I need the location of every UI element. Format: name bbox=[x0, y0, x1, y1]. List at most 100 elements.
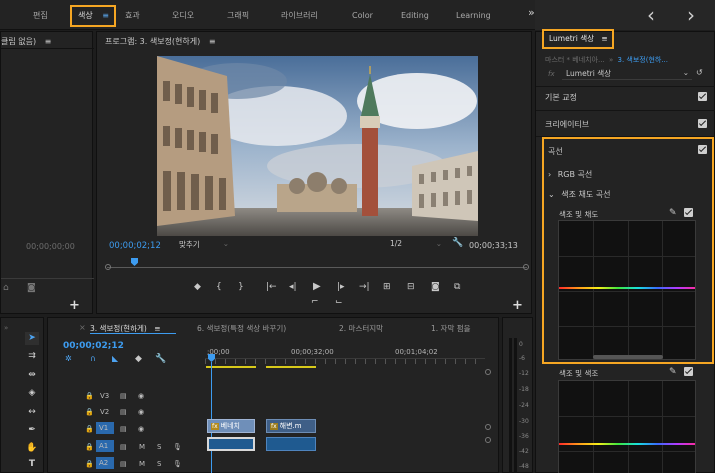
hue-vs-sat-curve-graph[interactable] bbox=[558, 220, 696, 360]
wrench-icon[interactable]: 🔧 bbox=[452, 238, 463, 248]
section-creative[interactable]: 크리에이티브 bbox=[545, 119, 589, 130]
lumetri-master-source[interactable]: 마스터 * 베네치아... bbox=[545, 56, 605, 64]
video-clip[interactable]: fx 베네치 bbox=[207, 419, 255, 433]
close-tab-icon[interactable]: × bbox=[79, 323, 86, 332]
section-basic-correction[interactable]: 기본 교정 bbox=[545, 92, 577, 103]
selection-tool-icon[interactable]: ➤ bbox=[25, 332, 39, 345]
camera-icon[interactable]: ◙ bbox=[27, 283, 36, 293]
eyedropper-icon[interactable]: ✎ bbox=[669, 208, 677, 218]
solo-button[interactable]: S bbox=[157, 460, 161, 468]
lift-icon[interactable]: ⌐ bbox=[311, 297, 319, 307]
program-menu-icon[interactable]: ≡ bbox=[209, 37, 216, 46]
quality-dropdown[interactable]: 1/2 ⌄ bbox=[390, 239, 444, 251]
marker-icon[interactable]: ◆ bbox=[135, 354, 142, 364]
pen-tool-icon[interactable]: ✒ bbox=[25, 424, 39, 437]
lumetri-tab[interactable]: Lumetri 색상 ≡ bbox=[542, 29, 614, 49]
track-name-a1[interactable]: A1 bbox=[96, 440, 114, 452]
mute-button[interactable]: M bbox=[139, 443, 145, 451]
tab-learning[interactable]: Learning bbox=[456, 8, 491, 24]
nav-forward-icon[interactable]: › bbox=[687, 3, 695, 27]
audio-clip[interactable] bbox=[207, 437, 255, 451]
razor-tool-icon[interactable]: ◈ bbox=[25, 387, 39, 400]
export-frame-icon[interactable]: ⌂ bbox=[3, 283, 9, 293]
hue-curve-line[interactable] bbox=[559, 287, 695, 289]
tab-effects[interactable]: 효과 bbox=[125, 8, 140, 24]
sync-lock-icon[interactable]: ▤ bbox=[120, 392, 127, 400]
hue-vs-hue-checkbox[interactable] bbox=[684, 367, 693, 376]
timeline-tab-2[interactable]: 6. 색보정(특정 색상 바꾸기) bbox=[197, 323, 286, 334]
step-forward-icon[interactable]: |▸ bbox=[337, 282, 345, 292]
hand-tool-icon[interactable]: ✋ bbox=[25, 442, 39, 455]
eyedropper-icon[interactable]: ✎ bbox=[669, 367, 677, 377]
hue-curve-line[interactable] bbox=[559, 443, 695, 445]
sync-lock-icon[interactable]: ▤ bbox=[120, 425, 127, 433]
lock-icon[interactable]: 🔒 bbox=[85, 425, 94, 433]
ripple-edit-tool-icon[interactable]: ⇹ bbox=[25, 369, 39, 382]
sync-lock-icon[interactable]: ▤ bbox=[120, 443, 127, 451]
lock-icon[interactable]: 🔒 bbox=[85, 408, 94, 416]
eye-icon[interactable]: ◉ bbox=[138, 425, 144, 433]
audio-clip[interactable] bbox=[266, 437, 316, 451]
comparison-icon[interactable]: ⧉ bbox=[454, 282, 460, 292]
lock-icon[interactable]: 🔒 bbox=[85, 392, 94, 400]
time-ruler[interactable] bbox=[205, 358, 485, 364]
fit-dropdown[interactable]: 맞추기 ⌄ bbox=[179, 239, 231, 251]
playhead-marker[interactable] bbox=[131, 258, 138, 266]
scrub-bar[interactable] bbox=[107, 267, 527, 268]
tab-editing-ko[interactable]: 편집 bbox=[33, 8, 48, 24]
wrench-icon[interactable]: 🔧 bbox=[155, 354, 166, 364]
microphone-icon[interactable]: 🎙 bbox=[173, 460, 182, 468]
effect-dropdown[interactable]: Lumetri 색상 ⌄ bbox=[562, 68, 692, 80]
playhead-line[interactable] bbox=[211, 362, 212, 473]
add-button[interactable]: + bbox=[512, 298, 523, 313]
collapse-icon[interactable]: » bbox=[4, 324, 8, 332]
tab-color-en[interactable]: Color bbox=[352, 8, 373, 24]
tab-color-menu-icon[interactable]: ≡ bbox=[102, 11, 109, 20]
solo-button[interactable]: S bbox=[157, 443, 161, 451]
scroll-handle[interactable] bbox=[485, 437, 491, 443]
play-icon[interactable]: ▶ bbox=[313, 281, 321, 292]
track-name-a2[interactable]: A2 bbox=[96, 457, 114, 469]
go-to-in-icon[interactable]: |← bbox=[266, 282, 277, 292]
section-curves[interactable]: 곡선 bbox=[548, 146, 563, 157]
reset-icon[interactable]: ↺ bbox=[696, 68, 703, 77]
basic-correction-checkbox[interactable] bbox=[698, 92, 707, 101]
go-to-out-icon[interactable]: →| bbox=[359, 282, 370, 292]
lumetri-clip-name[interactable]: 3. 색보정(현하... bbox=[617, 56, 668, 64]
slip-tool-icon[interactable]: ↔ bbox=[25, 406, 39, 419]
track-select-tool-icon[interactable]: ⇉ bbox=[25, 350, 39, 363]
add-marker-icon[interactable]: ◣ bbox=[112, 354, 118, 363]
sync-lock-icon[interactable]: ▤ bbox=[120, 408, 127, 416]
extract-icon[interactable]: ⌙ bbox=[335, 297, 343, 307]
linked-selection-icon[interactable]: ∩ bbox=[90, 354, 96, 363]
mute-button[interactable]: M bbox=[139, 460, 145, 468]
more-workspaces-icon[interactable]: » bbox=[528, 5, 535, 21]
step-back-icon[interactable]: ◂| bbox=[289, 282, 297, 292]
program-timecode[interactable]: 00;00;02;12 bbox=[109, 241, 161, 251]
tab-libraries[interactable]: 라이브러리 bbox=[281, 8, 318, 24]
scroll-handle[interactable] bbox=[485, 369, 491, 375]
insert-icon[interactable]: ⊞ bbox=[383, 282, 391, 292]
rgb-curves-toggle[interactable]: › RGB 곡선 bbox=[548, 169, 592, 180]
tab-editing-en[interactable]: Editing bbox=[401, 8, 429, 24]
timeline-tab-3[interactable]: 2. 마스터지막 bbox=[339, 323, 383, 334]
timeline-tab-4[interactable]: 1. 자막 펌을 bbox=[431, 323, 471, 334]
source-panel-menu-icon[interactable]: ≡ bbox=[45, 37, 52, 46]
add-button[interactable]: + bbox=[69, 298, 80, 313]
camera-icon[interactable]: ◙ bbox=[431, 282, 440, 292]
lumetri-menu-icon[interactable]: ≡ bbox=[601, 34, 607, 43]
curve-scrollbar[interactable] bbox=[593, 355, 663, 359]
video-clip[interactable]: fx 해변.m bbox=[266, 419, 316, 433]
microphone-icon[interactable]: 🎙 bbox=[173, 443, 182, 451]
nav-back-icon[interactable]: ‹ bbox=[647, 3, 655, 27]
eye-icon[interactable]: ◉ bbox=[138, 392, 144, 400]
lock-icon[interactable]: 🔒 bbox=[85, 443, 94, 451]
creative-checkbox[interactable] bbox=[698, 119, 707, 128]
tab-color-ko[interactable]: 색상 ≡ bbox=[70, 5, 116, 27]
tab-graphics[interactable]: 그래픽 bbox=[227, 8, 249, 24]
type-tool-icon[interactable]: T bbox=[25, 458, 39, 471]
timeline-menu-icon[interactable]: ≡ bbox=[154, 324, 160, 333]
lock-icon[interactable]: 🔒 bbox=[85, 460, 94, 468]
hue-vs-hue-curve-graph[interactable] bbox=[558, 380, 696, 473]
hue-sat-curves-toggle[interactable]: ⌄ 색조 채도 곡선 bbox=[548, 189, 611, 200]
